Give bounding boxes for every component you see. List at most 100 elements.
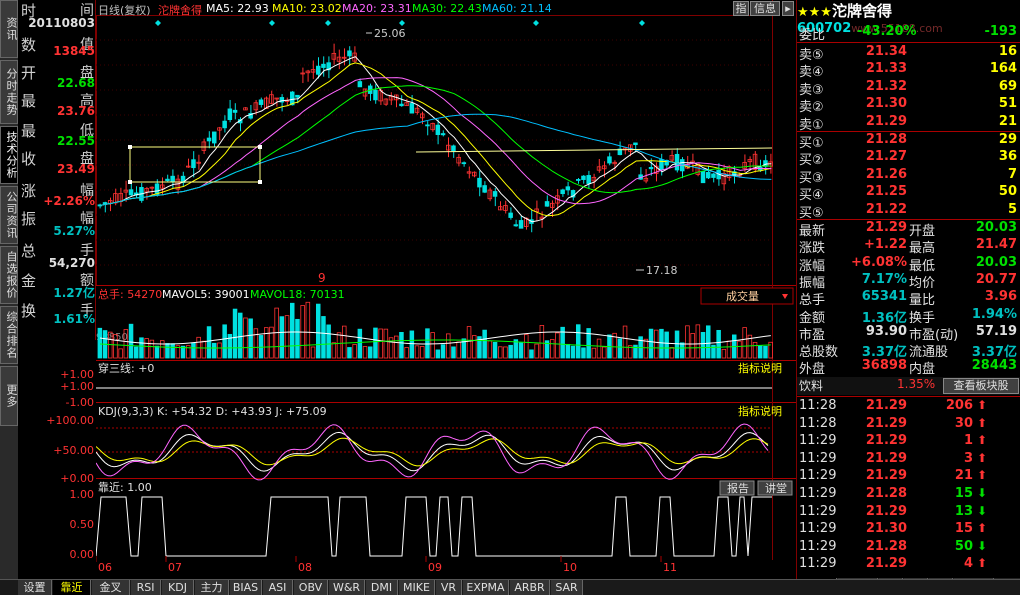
volume-bar	[596, 338, 602, 359]
cross-legend: 穿三线: +0	[98, 361, 154, 375]
stat-label: 换手	[909, 310, 936, 326]
chart-area[interactable]: 25.06 17.18 9 总手: 54270 MAVOL5: 39001 MAVOL18…	[96, 0, 796, 580]
box-handle	[128, 180, 132, 184]
candle-body	[295, 94, 300, 98]
indicator-tab-8[interactable]: OBV	[294, 580, 328, 595]
indicator-tab-3[interactable]: RSI	[131, 580, 161, 595]
candle-body	[711, 173, 716, 178]
left-tab-6[interactable]: 更多	[0, 366, 18, 426]
kline-chart-svg[interactable]: 25.06 17.18 9 总手: 54270 MAVOL5: 39001 MAVOL18…	[96, 0, 796, 580]
indicator-help-1: 指标说明	[738, 361, 782, 375]
volume-bar	[575, 324, 581, 359]
tick-row: 11:29 21.29 4 ⬆	[797, 556, 1020, 573]
volume-bar	[206, 326, 212, 359]
indicator-tab-5[interactable]: 主力	[195, 580, 229, 595]
indicator-tab-4[interactable]: KDJ	[162, 580, 194, 595]
arrow-up-icon: ⬆	[977, 450, 988, 465]
volume-bar	[700, 332, 706, 359]
indicator-tab-15[interactable]: SAR	[551, 580, 583, 595]
indicator-help-2: 指标说明	[738, 404, 782, 418]
stat-row: 涨幅 +6.08% 最低 20.03	[797, 255, 1020, 274]
volume-bar	[170, 343, 175, 359]
indicator-tab-0[interactable]: 设置	[18, 580, 52, 595]
volume-bar	[425, 328, 430, 359]
indicator-tab-6[interactable]: BIAS	[230, 580, 262, 595]
ma-legend-item: MA20: 23.31	[342, 2, 412, 15]
volume-bar	[706, 325, 711, 359]
view-sector-button[interactable]: 查看板块股	[943, 378, 1019, 394]
bid-volume: 50	[998, 184, 1017, 200]
tick-volume: 1	[963, 433, 973, 449]
stat-value: 3.96	[984, 289, 1017, 305]
bid-price: 21.27	[865, 149, 907, 165]
volume-bar	[680, 342, 685, 359]
stat-value: 57.19	[975, 323, 1017, 339]
volume-bar	[716, 329, 721, 359]
volume-bar	[191, 342, 196, 359]
ma10-line	[100, 62, 772, 217]
indicator-tab-14[interactable]: ARBR	[510, 580, 550, 595]
panel-toggle-icon[interactable]: ▸	[782, 1, 794, 16]
stat-value: 21.29	[865, 220, 907, 235]
tick-time: 11:28	[799, 415, 837, 431]
volume-bar	[654, 329, 659, 359]
ask-price: 21.34	[865, 44, 907, 59]
volume-bar	[721, 348, 727, 359]
indicator-tab-2[interactable]: 金叉	[92, 580, 130, 595]
volume-bar	[237, 312, 243, 359]
ma-legend-item: MA30: 22.43	[412, 2, 482, 15]
left-tab-1[interactable]: 分时走势	[0, 60, 18, 124]
bid-volume: 7	[1007, 166, 1017, 182]
volume-bar	[487, 340, 493, 359]
left-tab-5[interactable]: 综合排名	[0, 306, 18, 364]
indicator-tab-9[interactable]: W&R	[329, 580, 365, 595]
tick-volume: 4	[963, 556, 973, 572]
indicator-tab-13[interactable]: EXPMA	[463, 580, 509, 595]
indicator-tab-10[interactable]: DMI	[366, 580, 398, 595]
arrow-up-icon: ⬆	[977, 468, 988, 483]
indicator-tab-11[interactable]: MIKE	[399, 580, 435, 595]
left-tab-4[interactable]: 自选报价	[0, 246, 18, 304]
ask-row: 卖⑤ 21.34 16	[797, 44, 1020, 63]
box-handle	[258, 180, 262, 184]
volume-bar	[378, 328, 383, 359]
bid-label: 买③	[799, 170, 824, 186]
sector-pct: 1.35%	[897, 377, 936, 391]
tick-row: 11:29 21.29 13 ⬇	[797, 504, 1020, 521]
volume-bar	[622, 325, 628, 359]
ask-volume: 21	[998, 113, 1017, 129]
candle-body	[607, 156, 612, 164]
volume-bar	[674, 330, 680, 359]
indicator-tab-1[interactable]: 靠近	[53, 580, 91, 595]
left-tab-0[interactable]: 资讯	[0, 0, 18, 58]
candle-body	[492, 191, 498, 197]
volume-bar	[419, 346, 425, 359]
ma30-line	[100, 85, 772, 206]
volume-bar	[232, 308, 238, 359]
left-tab-3[interactable]: 公司资讯	[0, 186, 18, 244]
tick-price: 21.29	[865, 450, 907, 466]
stat-label: 振幅	[799, 275, 826, 291]
bid-row: 买④ 21.25 50	[797, 184, 1020, 203]
volume-bar	[523, 334, 529, 359]
info-value: +2.26%	[43, 194, 95, 208]
indicator-tab-12[interactable]: VR	[436, 580, 462, 595]
tick-volume: 13	[954, 503, 973, 519]
left-tab-2[interactable]: 技术分析	[0, 126, 18, 184]
info-button[interactable]: 信息	[750, 1, 780, 16]
indicator-tab-7[interactable]: ASI	[263, 580, 293, 595]
ask-volume: 69	[998, 78, 1017, 94]
ask-price: 21.29	[865, 113, 907, 129]
stat-label: 流通股	[909, 345, 949, 361]
candle-body	[700, 171, 706, 184]
volume-bar	[726, 340, 732, 359]
x-axis-label: 09	[428, 561, 442, 574]
volume-bar	[451, 346, 456, 359]
tick-price: 21.28	[865, 486, 907, 501]
stat-value: 65341	[861, 289, 907, 305]
zhi-button[interactable]: 指	[733, 1, 749, 16]
volume-bar	[243, 317, 248, 359]
candle-body	[451, 145, 456, 152]
sub-axis-label: 0.00	[69, 548, 95, 561]
tick-price: 21.29	[865, 556, 907, 572]
